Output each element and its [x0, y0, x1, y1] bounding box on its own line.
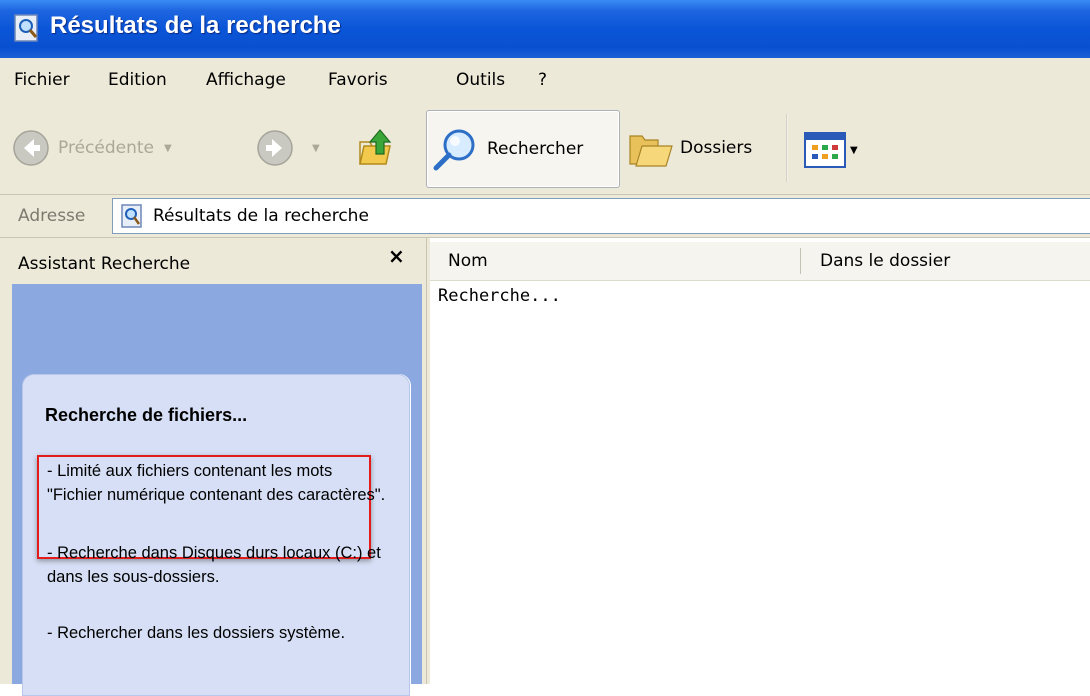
list-header: Nom Dans le dossier — [430, 242, 1090, 281]
up-folder-button[interactable] — [354, 126, 398, 170]
assistant-header: Assistant Recherche × — [0, 238, 420, 284]
search-assistant-pane: Assistant Recherche × Recherche de fichi… — [0, 238, 426, 696]
back-arrow-icon — [13, 130, 49, 166]
toolbar-separator — [786, 114, 788, 182]
search-button[interactable]: Rechercher — [426, 110, 620, 188]
search-summary-card: Recherche de fichiers... - Limité aux fi… — [22, 374, 410, 696]
toolbar: Précédente ▼ ▼ Rechercher Dossiers ▼ — [0, 102, 1090, 195]
forward-arrow-icon — [257, 130, 293, 166]
back-label: Précédente — [58, 138, 154, 158]
title-bar[interactable]: Résultats de la recherche — [0, 0, 1090, 58]
menu-fichier[interactable]: Fichier — [14, 58, 70, 102]
results-list: Nom Dans le dossier Recherche... — [430, 238, 1090, 684]
views-dropdown-icon[interactable]: ▼ — [850, 145, 858, 156]
folders-label: Dossiers — [680, 138, 753, 158]
column-header-folder[interactable]: Dans le dossier — [820, 242, 950, 280]
menu-affichage[interactable]: Affichage — [206, 58, 286, 102]
search-label: Rechercher — [487, 139, 584, 159]
window-title: Résultats de la recherche — [50, 12, 341, 39]
menu-outils[interactable]: Outils — [456, 58, 505, 102]
address-field[interactable]: Résultats de la recherche — [112, 198, 1090, 234]
back-button[interactable]: Précédente ▼ — [12, 128, 172, 168]
views-button[interactable]: ▼ — [804, 130, 858, 170]
up-folder-icon — [359, 129, 392, 165]
address-value: Résultats de la recherche — [153, 206, 369, 226]
menu-help[interactable]: ? — [538, 58, 547, 102]
menu-favoris[interactable]: Favoris — [328, 58, 388, 102]
column-separator[interactable] — [800, 248, 801, 274]
search-status: Recherche... — [438, 286, 561, 306]
back-dropdown-icon[interactable]: ▼ — [164, 143, 172, 154]
card-item: - Limité aux fichiers contenant les mots… — [47, 462, 386, 504]
forward-dropdown-icon[interactable]: ▼ — [312, 143, 320, 154]
assistant-title: Assistant Recherche — [18, 254, 191, 274]
column-header-name[interactable]: Nom — [448, 242, 488, 280]
folders-icon — [629, 135, 673, 167]
search-results-icon — [121, 204, 142, 228]
address-bar: Adresse Résultats de la recherche — [0, 195, 1090, 238]
assistant-body: Recherche de fichiers... - Limité aux fi… — [12, 284, 422, 696]
forward-button[interactable]: ▼ — [256, 128, 320, 168]
views-icon — [804, 132, 846, 168]
magnifier-icon — [433, 129, 475, 171]
folders-button[interactable]: Dossiers — [628, 128, 752, 168]
card-title: Recherche de fichiers... — [45, 405, 248, 425]
address-label: Adresse — [18, 206, 86, 226]
close-icon[interactable]: × — [388, 244, 405, 268]
card-item: - Recherche dans Disques durs locaux (C:… — [47, 544, 381, 586]
menu-edition[interactable]: Edition — [108, 58, 167, 102]
search-results-icon — [14, 14, 38, 42]
menu-bar: Fichier Edition Affichage Favoris Outils… — [0, 58, 1090, 103]
card-item: - Rechercher dans les dossiers système. — [47, 624, 346, 642]
